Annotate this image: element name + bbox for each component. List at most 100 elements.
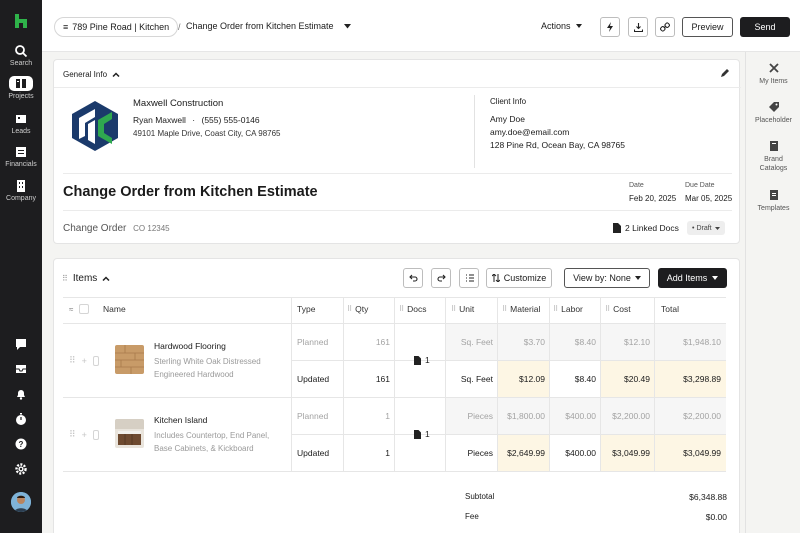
date-label: Date: [629, 182, 644, 189]
help-icon[interactable]: ?: [0, 437, 42, 451]
list-options-button[interactable]: [459, 268, 479, 288]
material-updated[interactable]: $2,649.99: [498, 448, 545, 458]
col-divider: [445, 297, 446, 471]
customize-button[interactable]: Customize: [486, 268, 552, 288]
total-updated: $3,298.89: [683, 374, 721, 384]
lightning-button[interactable]: [600, 17, 620, 37]
material-updated[interactable]: $12.09: [498, 374, 545, 384]
general-info-header[interactable]: General Info: [63, 70, 120, 79]
rp-brand-catalogs[interactable]: Brand Catalogs: [746, 140, 800, 173]
items-header[interactable]: ⠿ Items: [62, 273, 110, 284]
status-badge[interactable]: • Draft: [687, 221, 725, 235]
copy-link-button[interactable]: [655, 17, 675, 37]
labor-planned[interactable]: $400.00: [550, 411, 596, 421]
item-name: Kitchen Island: [154, 415, 208, 425]
nav-projects[interactable]: Projects: [0, 76, 42, 100]
date-field: Date Feb 20, 2025: [629, 182, 676, 203]
col-divider: [497, 297, 498, 471]
search-icon: [15, 45, 28, 58]
col-total[interactable]: Total: [661, 304, 679, 314]
add-items-label: Add Items: [666, 273, 708, 283]
user-avatar[interactable]: [11, 492, 31, 512]
menu-lines-icon: ≡: [63, 22, 69, 32]
select-all-checkbox[interactable]: [79, 304, 90, 314]
download-button[interactable]: [628, 17, 648, 37]
row-checkbox[interactable]: [92, 355, 99, 366]
linked-docs-button[interactable]: 2 Linked Docs: [613, 223, 679, 233]
col-docs-label: Docs: [407, 304, 427, 314]
redo-button[interactable]: [431, 268, 451, 288]
type-updated: Updated: [297, 448, 330, 458]
col-cost[interactable]: ⠿ Cost: [605, 304, 631, 314]
table-row-controls[interactable]: ⠿ +: [69, 355, 99, 366]
type-planned: Planned: [297, 411, 329, 421]
undo-button[interactable]: [403, 268, 423, 288]
qty-planned[interactable]: 161: [346, 337, 390, 347]
labor-updated[interactable]: $400.00: [550, 448, 596, 458]
col-name[interactable]: Name: [103, 304, 126, 314]
nav-company[interactable]: Company: [0, 179, 42, 202]
col-unit-label: Unit: [459, 304, 475, 314]
labor-updated[interactable]: $8.40: [550, 374, 596, 384]
timer-icon[interactable]: [0, 412, 42, 426]
send-button[interactable]: Send: [740, 17, 790, 37]
unit-planned[interactable]: Pieces: [446, 411, 493, 421]
catalog-icon: [769, 141, 778, 151]
cost-planned: $12.10: [624, 337, 650, 347]
document-icon: [613, 223, 621, 233]
col-qty[interactable]: ⠿ Qty: [347, 304, 368, 314]
rp-placeholder-label: Placeholder: [755, 117, 792, 124]
unit-updated[interactable]: Sq. Feet: [446, 374, 493, 384]
qty-planned[interactable]: 1: [346, 411, 390, 421]
add-row-icon[interactable]: +: [82, 356, 87, 366]
labor-planned[interactable]: $8.40: [550, 337, 596, 347]
add-row-icon[interactable]: +: [82, 430, 87, 440]
rp-placeholder[interactable]: Placeholder: [746, 101, 800, 125]
drag-handle-icon: ⠿: [347, 306, 353, 313]
col-labor[interactable]: ⠿ Labor: [553, 304, 583, 314]
project-breadcrumb[interactable]: ≡ 789 Pine Road | Kitchen: [54, 17, 179, 37]
bell-icon[interactable]: [0, 387, 42, 401]
table-row-controls[interactable]: ⠿ +: [69, 429, 99, 440]
drag-handle-icon: ⠿: [399, 306, 405, 313]
inbox-icon[interactable]: [0, 362, 42, 376]
docs-cell[interactable]: 1: [414, 429, 430, 439]
nav-financials-label: Financials: [5, 161, 37, 168]
chat-icon[interactable]: [0, 337, 42, 351]
general-info-heading: General Info: [63, 70, 108, 79]
row-checkbox[interactable]: [92, 429, 99, 440]
item-desc-line: Engineered Hardwood: [154, 370, 234, 379]
material-planned[interactable]: $3.70: [498, 337, 545, 347]
actions-menu[interactable]: Actions: [541, 21, 582, 31]
preview-button[interactable]: Preview: [682, 17, 733, 37]
view-by-dropdown[interactable]: View by: None: [564, 268, 650, 288]
items-heading: Items: [72, 273, 98, 284]
docs-cell[interactable]: 1: [414, 355, 430, 365]
col-type[interactable]: Type: [297, 304, 315, 314]
col-material[interactable]: ⠿ Material: [502, 304, 540, 314]
col-unit[interactable]: ⠿ Unit: [451, 304, 474, 314]
col-docs[interactable]: ⠿ Docs: [399, 304, 427, 314]
pencil-icon[interactable]: [720, 69, 729, 78]
nav-financials[interactable]: Financials: [0, 145, 42, 168]
qty-updated[interactable]: 1: [346, 448, 390, 458]
company-contact: Ryan Maxwell · (555) 555-0146: [133, 115, 260, 125]
nav-search[interactable]: Search: [0, 44, 42, 67]
document-title-breadcrumb[interactable]: Change Order from Kitchen Estimate: [186, 21, 351, 31]
rp-my-items[interactable]: My Items: [746, 62, 800, 86]
rp-templates[interactable]: Templates: [746, 189, 800, 213]
material-planned[interactable]: $1,800.00: [498, 411, 545, 421]
qty-updated[interactable]: 161: [346, 374, 390, 384]
app-logo-icon[interactable]: [13, 13, 29, 29]
project-name: 789 Pine Road | Kitchen: [72, 22, 170, 32]
item-description: Includes Countertop, End Panel, Base Cab…: [154, 429, 289, 455]
client-address: 128 Pine Rd, Ocean Bay, CA 98765: [490, 140, 625, 150]
lightning-icon: [607, 22, 613, 32]
settings-gear-icon[interactable]: [0, 462, 42, 476]
contact-name: Ryan Maxwell: [133, 115, 186, 125]
nav-leads[interactable]: Leads: [0, 112, 42, 135]
unit-planned[interactable]: Sq. Feet: [446, 337, 493, 347]
add-items-button[interactable]: Add Items: [658, 268, 727, 288]
unit-updated[interactable]: Pieces: [446, 448, 493, 458]
select-all[interactable]: ≈: [69, 304, 90, 314]
